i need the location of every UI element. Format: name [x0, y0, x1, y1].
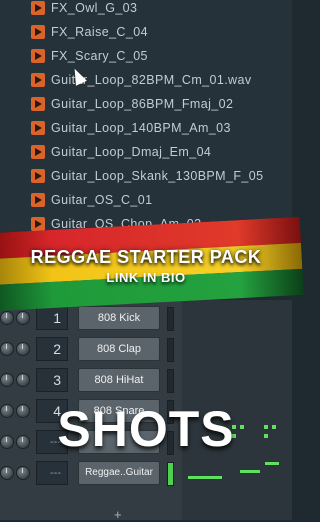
audio-file-icon — [31, 96, 45, 111]
pan-knob-icon[interactable] — [16, 342, 30, 356]
file-name: Guitar_OS_C_01 — [51, 192, 153, 207]
browser-file-item[interactable]: FX_Raise_C_04 — [0, 19, 292, 44]
channel-row: 3 808 HiHat — [0, 366, 292, 394]
channel-select-led[interactable] — [167, 369, 174, 393]
channel-button[interactable]: 808 Clap — [78, 337, 160, 361]
channel-select-led[interactable] — [167, 338, 174, 362]
browser-file-item[interactable]: Guitar_Loop_86BPM_Fmaj_02 — [0, 91, 292, 116]
channel-number[interactable]: 2 — [36, 337, 68, 361]
volume-knob-icon[interactable] — [0, 373, 14, 387]
channel-row: 2 808 Clap — [0, 335, 292, 363]
audio-file-icon — [31, 72, 45, 87]
pattern-note — [240, 470, 260, 473]
file-name: FX_Raise_C_04 — [51, 24, 148, 39]
browser-file-item[interactable]: Guitar_Loop_Skank_130BPM_F_05 — [0, 163, 292, 188]
audio-file-icon — [31, 120, 45, 135]
overlay-caption: SHOTS — [57, 401, 235, 457]
browser-file-item[interactable]: FX_Owl_G_03 — [0, 0, 292, 20]
channel-row: --- Reggae..Guitar — [0, 459, 292, 487]
audio-file-icon — [31, 216, 45, 231]
browser-file-item[interactable]: Guitar_OS_C_01 — [0, 187, 292, 212]
pattern-note — [265, 462, 279, 465]
channel-select-led[interactable] — [167, 462, 174, 486]
audio-file-icon — [31, 0, 45, 15]
pan-knob-icon[interactable] — [16, 466, 30, 480]
channel-number[interactable]: 3 — [36, 368, 68, 392]
pattern-note — [188, 476, 222, 479]
pan-knob-icon[interactable] — [16, 373, 30, 387]
banner-title: REGGAE STARTER PACK — [30, 247, 262, 267]
channel-button[interactable]: 808 HiHat — [78, 368, 160, 392]
browser-file-item[interactable]: FX_Scary_C_05 — [0, 43, 292, 68]
channel-select-led[interactable] — [167, 307, 174, 331]
volume-knob-icon[interactable] — [0, 466, 14, 480]
file-browser: FX_Owl_G_03 FX_Raise_C_04 FX_Scary_C_05 … — [0, 0, 292, 232]
channel-button[interactable]: Reggae..Guitar — [78, 461, 160, 485]
file-name: Guitar_Loop_86BPM_Fmaj_02 — [51, 96, 234, 111]
audio-file-icon — [31, 192, 45, 207]
audio-file-icon — [31, 144, 45, 159]
file-name: FX_Scary_C_05 — [51, 48, 148, 63]
browser-file-item[interactable]: Guitar_Loop_Dmaj_Em_04 — [0, 139, 292, 164]
audio-file-icon — [31, 24, 45, 39]
browser-file-item[interactable]: Guitar_Loop_82BPM_Cm_01.wav — [0, 67, 292, 92]
browser-file-item[interactable]: Guitar_Loop_140BPM_Am_03 — [0, 115, 292, 140]
file-name: Guitar_Loop_140BPM_Am_03 — [51, 120, 231, 135]
volume-knob-icon[interactable] — [0, 342, 14, 356]
banner-subtitle: LINK IN BIO — [106, 270, 186, 285]
channel-number[interactable]: --- — [36, 461, 68, 485]
audio-file-icon — [31, 48, 45, 63]
file-name: FX_Owl_G_03 — [51, 0, 138, 15]
file-name: Guitar_Loop_Dmaj_Em_04 — [51, 144, 212, 159]
file-name: Guitar_Loop_Skank_130BPM_F_05 — [51, 168, 264, 183]
audio-file-icon — [31, 168, 45, 183]
